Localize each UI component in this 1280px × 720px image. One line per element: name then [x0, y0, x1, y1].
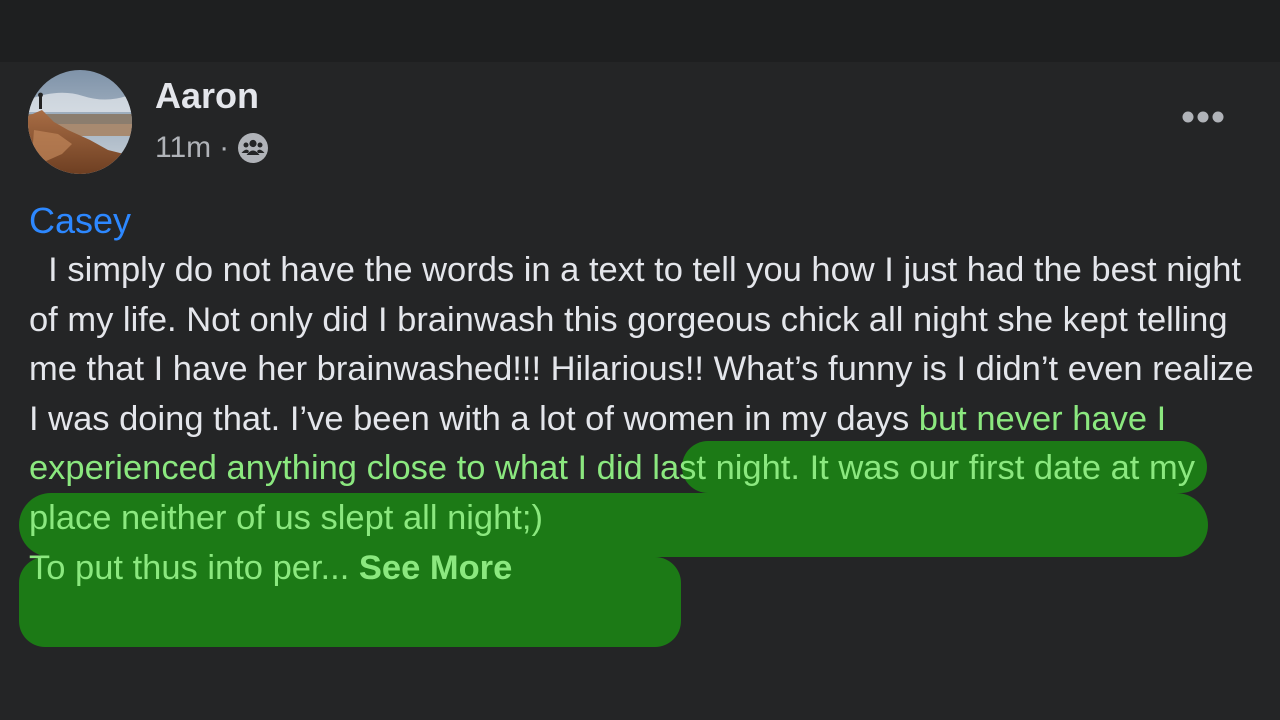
meta-separator: · [219, 131, 230, 164]
group-icon [237, 132, 269, 164]
mention-link[interactable]: Casey [29, 200, 131, 242]
avatar-image [28, 70, 132, 174]
more-options-button[interactable] [1176, 102, 1230, 132]
avatar[interactable] [28, 70, 132, 174]
post-timestamp[interactable]: 11m [155, 131, 211, 165]
top-bar [0, 0, 1280, 62]
author-name[interactable]: Aaron [155, 76, 259, 116]
see-more-link[interactable]: See More [359, 549, 512, 587]
post-body: I simply do not have the words in a text… [29, 246, 1254, 593]
post-meta: 11m · [155, 128, 269, 168]
more-horizontal-icon [1182, 111, 1224, 123]
